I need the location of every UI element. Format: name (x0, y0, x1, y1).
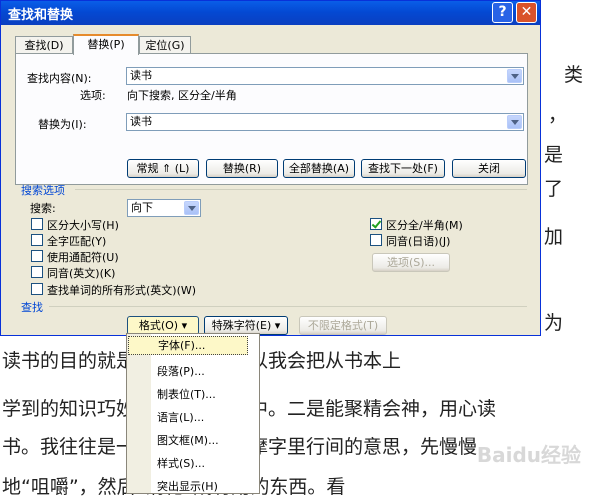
find-heading: 查找 (21, 301, 43, 314)
match-width-checkbox[interactable] (370, 218, 382, 230)
document-edge-char: 为 (544, 312, 564, 334)
close-button[interactable]: 关闭 (452, 159, 526, 178)
tab-goto[interactable]: 定位(G) (139, 36, 191, 53)
find-input[interactable]: 读书 (126, 67, 524, 85)
search-options-heading: 搜索选项 (21, 184, 65, 197)
document-edge-char: ， (548, 104, 568, 126)
all-word-forms-label: 查找单词的所有形式(英文)(W) (47, 284, 197, 297)
dialog-title: 查找和替换 (8, 8, 74, 23)
close-icon: ✕ (520, 4, 533, 20)
find-dropdown-icon[interactable] (507, 69, 522, 83)
document-edge-char: 了 (544, 178, 564, 200)
normal-less-button[interactable]: 常规 ⇑ (L) (127, 159, 199, 178)
menu-item-frame[interactable]: 图文框(M)... (157, 432, 219, 448)
title-bar[interactable]: 查找和替换 ? ✕ (1, 1, 540, 25)
help-icon: ? (498, 4, 507, 20)
whole-word-checkbox[interactable] (31, 234, 43, 246)
menu-item-highlight[interactable]: 突出显示(H) (157, 478, 218, 494)
replace-dropdown-icon[interactable] (507, 115, 522, 129)
close-window-button[interactable]: ✕ (516, 2, 537, 23)
find-divider (49, 306, 527, 307)
sounds-like-english-label: 同音(英文)(K) (47, 267, 116, 280)
menu-item-paragraph[interactable]: 段落(P)... (157, 363, 205, 379)
search-direction-label: 搜索: (30, 202, 56, 215)
wildcards-label: 使用通配符(U) (47, 251, 119, 264)
menu-item-language[interactable]: 语言(L)... (157, 409, 204, 425)
match-case-label: 区分大小写(H) (47, 219, 119, 232)
document-edge-char: 加 (544, 226, 564, 248)
find-next-button[interactable]: 查找下一处(F) (361, 159, 445, 178)
search-options-divider (75, 189, 527, 190)
match-width-label: 区分全/半角(M) (386, 219, 463, 232)
find-input-value: 读书 (130, 69, 152, 82)
tab-replace[interactable]: 替换(P) (73, 34, 139, 55)
sounds-like-japanese-label: 同音(日语)(J) (386, 235, 451, 248)
help-button[interactable]: ? (492, 2, 513, 23)
menu-item-font[interactable]: 字体(F)... (128, 336, 248, 355)
whole-word-label: 全字匹配(Y) (47, 235, 107, 248)
match-case-checkbox[interactable] (31, 218, 43, 230)
document-edge-char: 类 (564, 64, 584, 86)
find-replace-dialog: 查找和替换 ? ✕ 查找(D) 替换(P) 定位(G) 查找内容(N): 读书 … (0, 0, 541, 336)
watermark: Baidu经验 (476, 443, 581, 467)
replace-all-button[interactable]: 全部替换(A) (283, 159, 355, 178)
options-button[interactable]: 选项(S)... (372, 253, 450, 272)
search-direction-select[interactable]: 向下 (127, 199, 201, 217)
all-word-forms-checkbox[interactable] (31, 283, 43, 295)
replace-input-value: 读书 (130, 115, 152, 128)
wildcards-checkbox[interactable] (31, 250, 43, 262)
no-formatting-button[interactable]: 不限定格式(T) (299, 316, 387, 335)
replace-input[interactable]: 读书 (126, 113, 524, 131)
format-menu: 字体(F)... 段落(P)... 制表位(T)... 语言(L)... 图文框… (126, 333, 260, 494)
sounds-like-english-checkbox[interactable] (31, 266, 43, 278)
tab-find[interactable]: 查找(D) (15, 36, 73, 53)
options-label: 选项: (80, 89, 106, 102)
menu-item-tabs[interactable]: 制表位(T)... (157, 386, 216, 402)
options-value: 向下搜索, 区分全/半角 (127, 89, 237, 102)
find-label: 查找内容(N): (27, 72, 92, 85)
replace-label: 替换为(I): (38, 118, 87, 131)
replace-button[interactable]: 替换(R) (206, 159, 278, 178)
menu-icon-strip (127, 334, 151, 493)
search-direction-value: 向下 (131, 201, 153, 214)
sounds-like-japanese-checkbox[interactable] (370, 234, 382, 246)
search-direction-dropdown-icon[interactable] (184, 201, 199, 215)
document-edge-char: 是 (544, 144, 564, 166)
menu-item-style[interactable]: 样式(S)... (157, 455, 205, 471)
